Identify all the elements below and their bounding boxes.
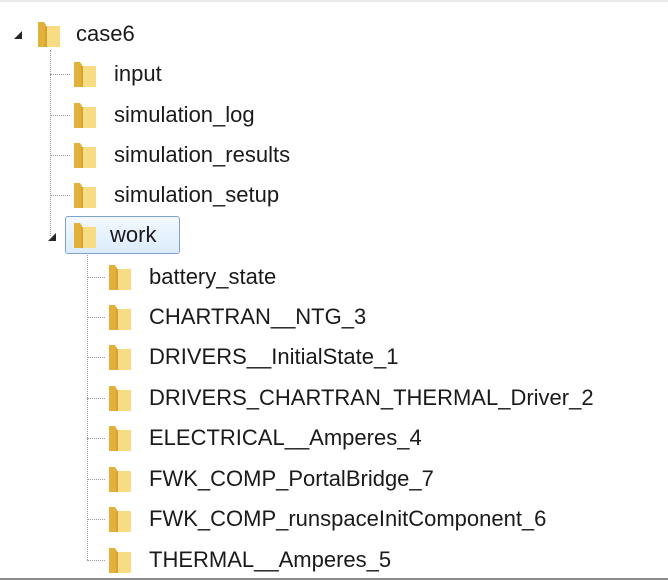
folder-icon	[74, 183, 96, 208]
tree-line	[50, 74, 70, 75]
folder-icon	[38, 22, 60, 47]
tree-item-label: DRIVERS__InitialState_1	[149, 344, 399, 369]
folder-icon	[109, 345, 131, 370]
folder-icon	[109, 548, 131, 573]
folder-icon	[109, 467, 131, 492]
tree-line	[50, 50, 51, 236]
tree-item-label: simulation_setup	[114, 182, 280, 207]
tree-item-drivers-chartran-thermal-driver-2[interactable]: DRIVERS_CHARTRAN_THERMAL_Driver_2	[105, 380, 594, 416]
folder-icon	[109, 426, 131, 451]
tree-item-fwk-comp-runspaceinitcomponent-6[interactable]: FWK_COMP_runspaceInitComponent_6	[105, 501, 546, 537]
tree-item-work[interactable]: work	[65, 216, 180, 254]
tree-item-thermal-amperes-5[interactable]: THERMAL__Amperes_5	[105, 542, 391, 578]
folder-icon	[109, 386, 131, 411]
tree-item-fwk-comp-portalbridge-7[interactable]: FWK_COMP_PortalBridge_7	[105, 461, 434, 497]
tree-line	[87, 277, 105, 278]
tree-item-chartran-ntg-3[interactable]: CHARTRAN__NTG_3	[105, 299, 366, 335]
folder-icon	[109, 265, 131, 290]
tree-line	[50, 195, 70, 196]
folder-icon	[74, 62, 96, 87]
tree-item-label: case6	[76, 21, 135, 46]
tree-line	[87, 255, 88, 560]
tree-item-label: DRIVERS_CHARTRAN_THERMAL_Driver_2	[149, 385, 594, 410]
folder-tree: case6 input simulation_log simulation_re…	[0, 0, 668, 580]
tree-line	[87, 438, 105, 439]
tree-line	[87, 317, 105, 318]
folder-icon	[109, 507, 131, 532]
tree-line	[87, 398, 105, 399]
tree-item-label: THERMAL__Amperes_5	[149, 547, 392, 572]
tree-item-case6[interactable]: case6	[34, 16, 135, 52]
tree-item-label: CHARTRAN__NTG_3	[149, 304, 367, 329]
tree-item-label: FWK_COMP_runspaceInitComponent_6	[149, 506, 547, 531]
folder-icon	[74, 143, 96, 168]
tree-item-drivers-initialstate-1[interactable]: DRIVERS__InitialState_1	[105, 339, 398, 375]
tree-item-label: FWK_COMP_PortalBridge_7	[149, 466, 434, 491]
tree-item-label: battery_state	[149, 264, 277, 289]
tree-line	[87, 357, 105, 358]
folder-icon	[74, 223, 96, 248]
tree-item-input[interactable]: input	[70, 56, 162, 92]
tree-item-label: simulation_log	[114, 102, 255, 127]
tree-line	[50, 155, 70, 156]
top-border	[0, 0, 668, 2]
tree-line	[87, 519, 105, 520]
tree-line	[50, 115, 70, 116]
tree-item-simulation-setup[interactable]: simulation_setup	[70, 177, 279, 213]
folder-icon	[109, 305, 131, 330]
tree-item-label: simulation_results	[114, 142, 291, 167]
collapse-arrow-icon[interactable]	[46, 231, 58, 243]
tree-line	[87, 560, 105, 561]
tree-item-battery-state[interactable]: battery_state	[105, 259, 276, 295]
tree-item-label: work	[110, 222, 157, 247]
tree-item-label: ELECTRICAL__Amperes_4	[149, 425, 422, 450]
tree-item-simulation-results[interactable]: simulation_results	[70, 137, 290, 173]
folder-icon	[74, 103, 96, 128]
tree-item-label: input	[114, 61, 162, 86]
tree-item-simulation-log[interactable]: simulation_log	[70, 97, 255, 133]
tree-line	[87, 479, 105, 480]
tree-item-electrical-amperes-4[interactable]: ELECTRICAL__Amperes_4	[105, 420, 422, 456]
collapse-arrow-icon[interactable]	[12, 29, 24, 41]
